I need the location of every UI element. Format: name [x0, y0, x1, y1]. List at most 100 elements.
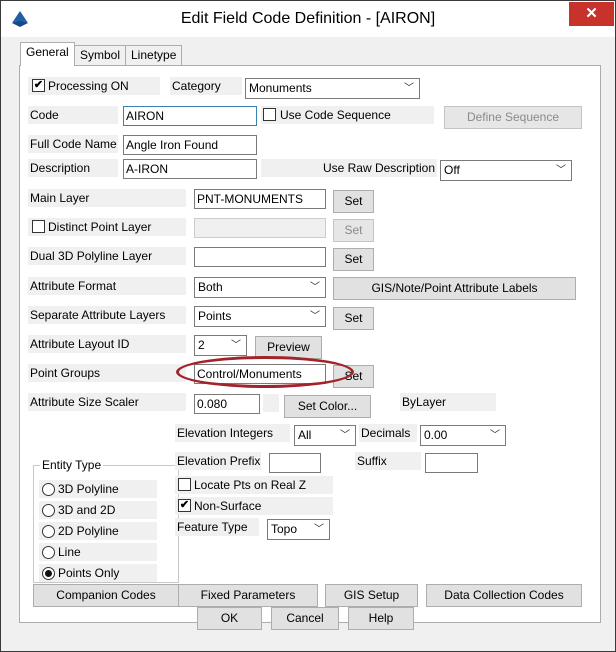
help-button[interactable]: Help [348, 607, 414, 630]
color-swatch [263, 394, 279, 412]
cancel-button[interactable]: Cancel [271, 607, 339, 630]
chevron-down-icon: ﹀ [310, 311, 320, 322]
title-bar[interactable]: Edit Field Code Definition - [AIRON] ✕ [1, 1, 615, 37]
close-icon: ✕ [585, 5, 598, 22]
description-input[interactable]: A-IRON [123, 159, 257, 179]
distinct-point-layer-input[interactable] [194, 218, 326, 238]
distinct-point-layer-checkbox[interactable] [32, 220, 45, 233]
companion-codes-button[interactable]: Companion Codes [33, 584, 179, 607]
chevron-down-icon: ﹀ [556, 165, 566, 176]
attribute-format-select[interactable]: Both ﹀ [194, 277, 326, 298]
attribute-format-value: Both [198, 280, 223, 294]
use-code-sequence-checkbox[interactable] [263, 108, 276, 121]
window-title: Edit Field Code Definition - [AIRON] [180, 10, 436, 27]
feature-type-label: Feature Type [175, 518, 259, 536]
point-groups-set-button[interactable]: Set [333, 365, 374, 388]
distinct-point-layer-label: Distinct Point Layer [48, 220, 152, 234]
decimals-value: 0.00 [424, 428, 448, 442]
ok-button[interactable]: OK [197, 607, 262, 630]
radio-selected-dot [45, 570, 52, 577]
radio-line-label: Line [58, 545, 81, 559]
preview-button[interactable]: Preview [255, 336, 322, 359]
use-raw-description-label: Use Raw Description [261, 159, 437, 177]
category-select[interactable]: Monuments ﹀ [245, 78, 420, 99]
radio-line[interactable] [42, 546, 55, 559]
set-color-button[interactable]: Set Color... [284, 395, 371, 418]
suffix-label: Suffix [355, 452, 421, 470]
use-code-sequence-label: Use Code Sequence [280, 108, 391, 122]
category-label: Category [170, 77, 242, 95]
attribute-layout-id-select[interactable]: 2 ﹀ [194, 335, 247, 356]
category-value: Monuments [249, 81, 312, 95]
main-layer-set-button[interactable]: Set [333, 190, 374, 213]
use-raw-description-select[interactable]: Off ﹀ [440, 160, 572, 181]
radio-row-bg [39, 543, 157, 561]
elevation-integers-value: All [298, 428, 312, 442]
chevron-down-icon: ﹀ [340, 430, 350, 441]
attribute-format-label: Attribute Format [28, 277, 186, 295]
radio-3d-and-2d-label: 3D and 2D [58, 503, 116, 517]
elevation-integers-label: Elevation Integers [175, 424, 290, 442]
dual-3d-polyline-layer-label: Dual 3D Polyline Layer [28, 247, 186, 265]
separate-attribute-layers-value: Points [198, 309, 232, 323]
elevation-prefix-input[interactable] [269, 453, 321, 473]
code-input[interactable]: AIRON [123, 106, 257, 126]
point-groups-label: Point Groups [28, 364, 186, 382]
processing-on-label: Processing ON [48, 79, 129, 93]
code-label: Code [28, 106, 118, 124]
radio-3d-and-2d[interactable] [42, 504, 55, 517]
main-layer-label: Main Layer [28, 189, 186, 207]
radio-3d-polyline-label: 3D Polyline [58, 482, 119, 496]
description-label: Description [28, 159, 118, 177]
gis-setup-button[interactable]: GIS Setup [325, 584, 418, 607]
chevron-down-icon: ﹀ [404, 83, 414, 94]
separate-attribute-layers-set-button[interactable]: Set [333, 307, 374, 330]
full-code-name-input[interactable]: Angle Iron Found [123, 135, 257, 155]
feature-type-select[interactable]: Topo ﹀ [267, 519, 330, 540]
elevation-prefix-label: Elevation Prefix [175, 452, 261, 470]
tab-general[interactable]: General [20, 42, 75, 66]
dual-3d-polyline-set-button[interactable]: Set [333, 248, 374, 271]
general-tab-panel: ✔ Processing ON Category Monuments ﹀ Cod… [19, 65, 601, 623]
distinct-point-layer-set-button[interactable]: Set [333, 219, 374, 242]
chevron-down-icon: ﹀ [231, 340, 241, 351]
suffix-input[interactable] [425, 453, 478, 473]
processing-on-checkbox[interactable]: ✔ [32, 79, 45, 92]
radio-2d-polyline[interactable] [42, 525, 55, 538]
radio-3d-polyline[interactable] [42, 483, 55, 496]
main-layer-input[interactable]: PNT-MONUMENTS [194, 189, 326, 209]
locate-pts-on-real-z-checkbox[interactable] [178, 478, 191, 491]
decimals-label: Decimals [359, 424, 417, 442]
dual-3d-polyline-layer-input[interactable] [194, 247, 326, 267]
separate-attribute-layers-select[interactable]: Points ﹀ [194, 306, 326, 327]
attribute-size-scaler-input[interactable]: 0.080 [194, 394, 260, 414]
radio-points-only-label: Points Only [58, 566, 120, 580]
chevron-down-icon: ﹀ [310, 282, 320, 293]
entity-type-label: Entity Type [40, 457, 104, 473]
check-icon: ✔ [33, 79, 44, 91]
tab-linetype[interactable]: Linetype [125, 45, 183, 65]
tab-symbol[interactable]: Symbol [74, 45, 127, 65]
check-icon: ✔ [179, 499, 190, 511]
close-button[interactable]: ✕ [569, 2, 614, 26]
elevation-integers-select[interactable]: All ﹀ [294, 425, 356, 446]
gis-note-point-attribute-labels-button[interactable]: GIS/Note/Point Attribute Labels [333, 277, 576, 300]
fixed-parameters-button[interactable]: Fixed Parameters [178, 584, 318, 607]
point-groups-input[interactable]: Control/Monuments [194, 364, 326, 384]
radio-points-only[interactable] [42, 567, 55, 580]
attribute-layout-id-value: 2 [198, 338, 205, 352]
attribute-layout-id-label: Attribute Layout ID [28, 335, 186, 353]
use-raw-description-value: Off [444, 163, 460, 177]
attribute-size-scaler-label: Attribute Size Scaler [28, 393, 186, 411]
chevron-down-icon: ﹀ [490, 430, 500, 441]
non-surface-checkbox[interactable]: ✔ [178, 499, 191, 512]
decimals-select[interactable]: 0.00 ﹀ [420, 425, 506, 446]
bylayer-text: ByLayer [400, 393, 496, 411]
full-code-name-label: Full Code Name [28, 135, 118, 153]
define-sequence-button[interactable]: Define Sequence [444, 106, 582, 129]
locate-pts-on-real-z-label: Locate Pts on Real Z [194, 478, 307, 492]
data-collection-codes-button[interactable]: Data Collection Codes [426, 584, 582, 607]
non-surface-label: Non-Surface [194, 499, 262, 513]
chevron-down-icon: ﹀ [314, 524, 324, 535]
separate-attribute-layers-label: Separate Attribute Layers [28, 306, 186, 324]
